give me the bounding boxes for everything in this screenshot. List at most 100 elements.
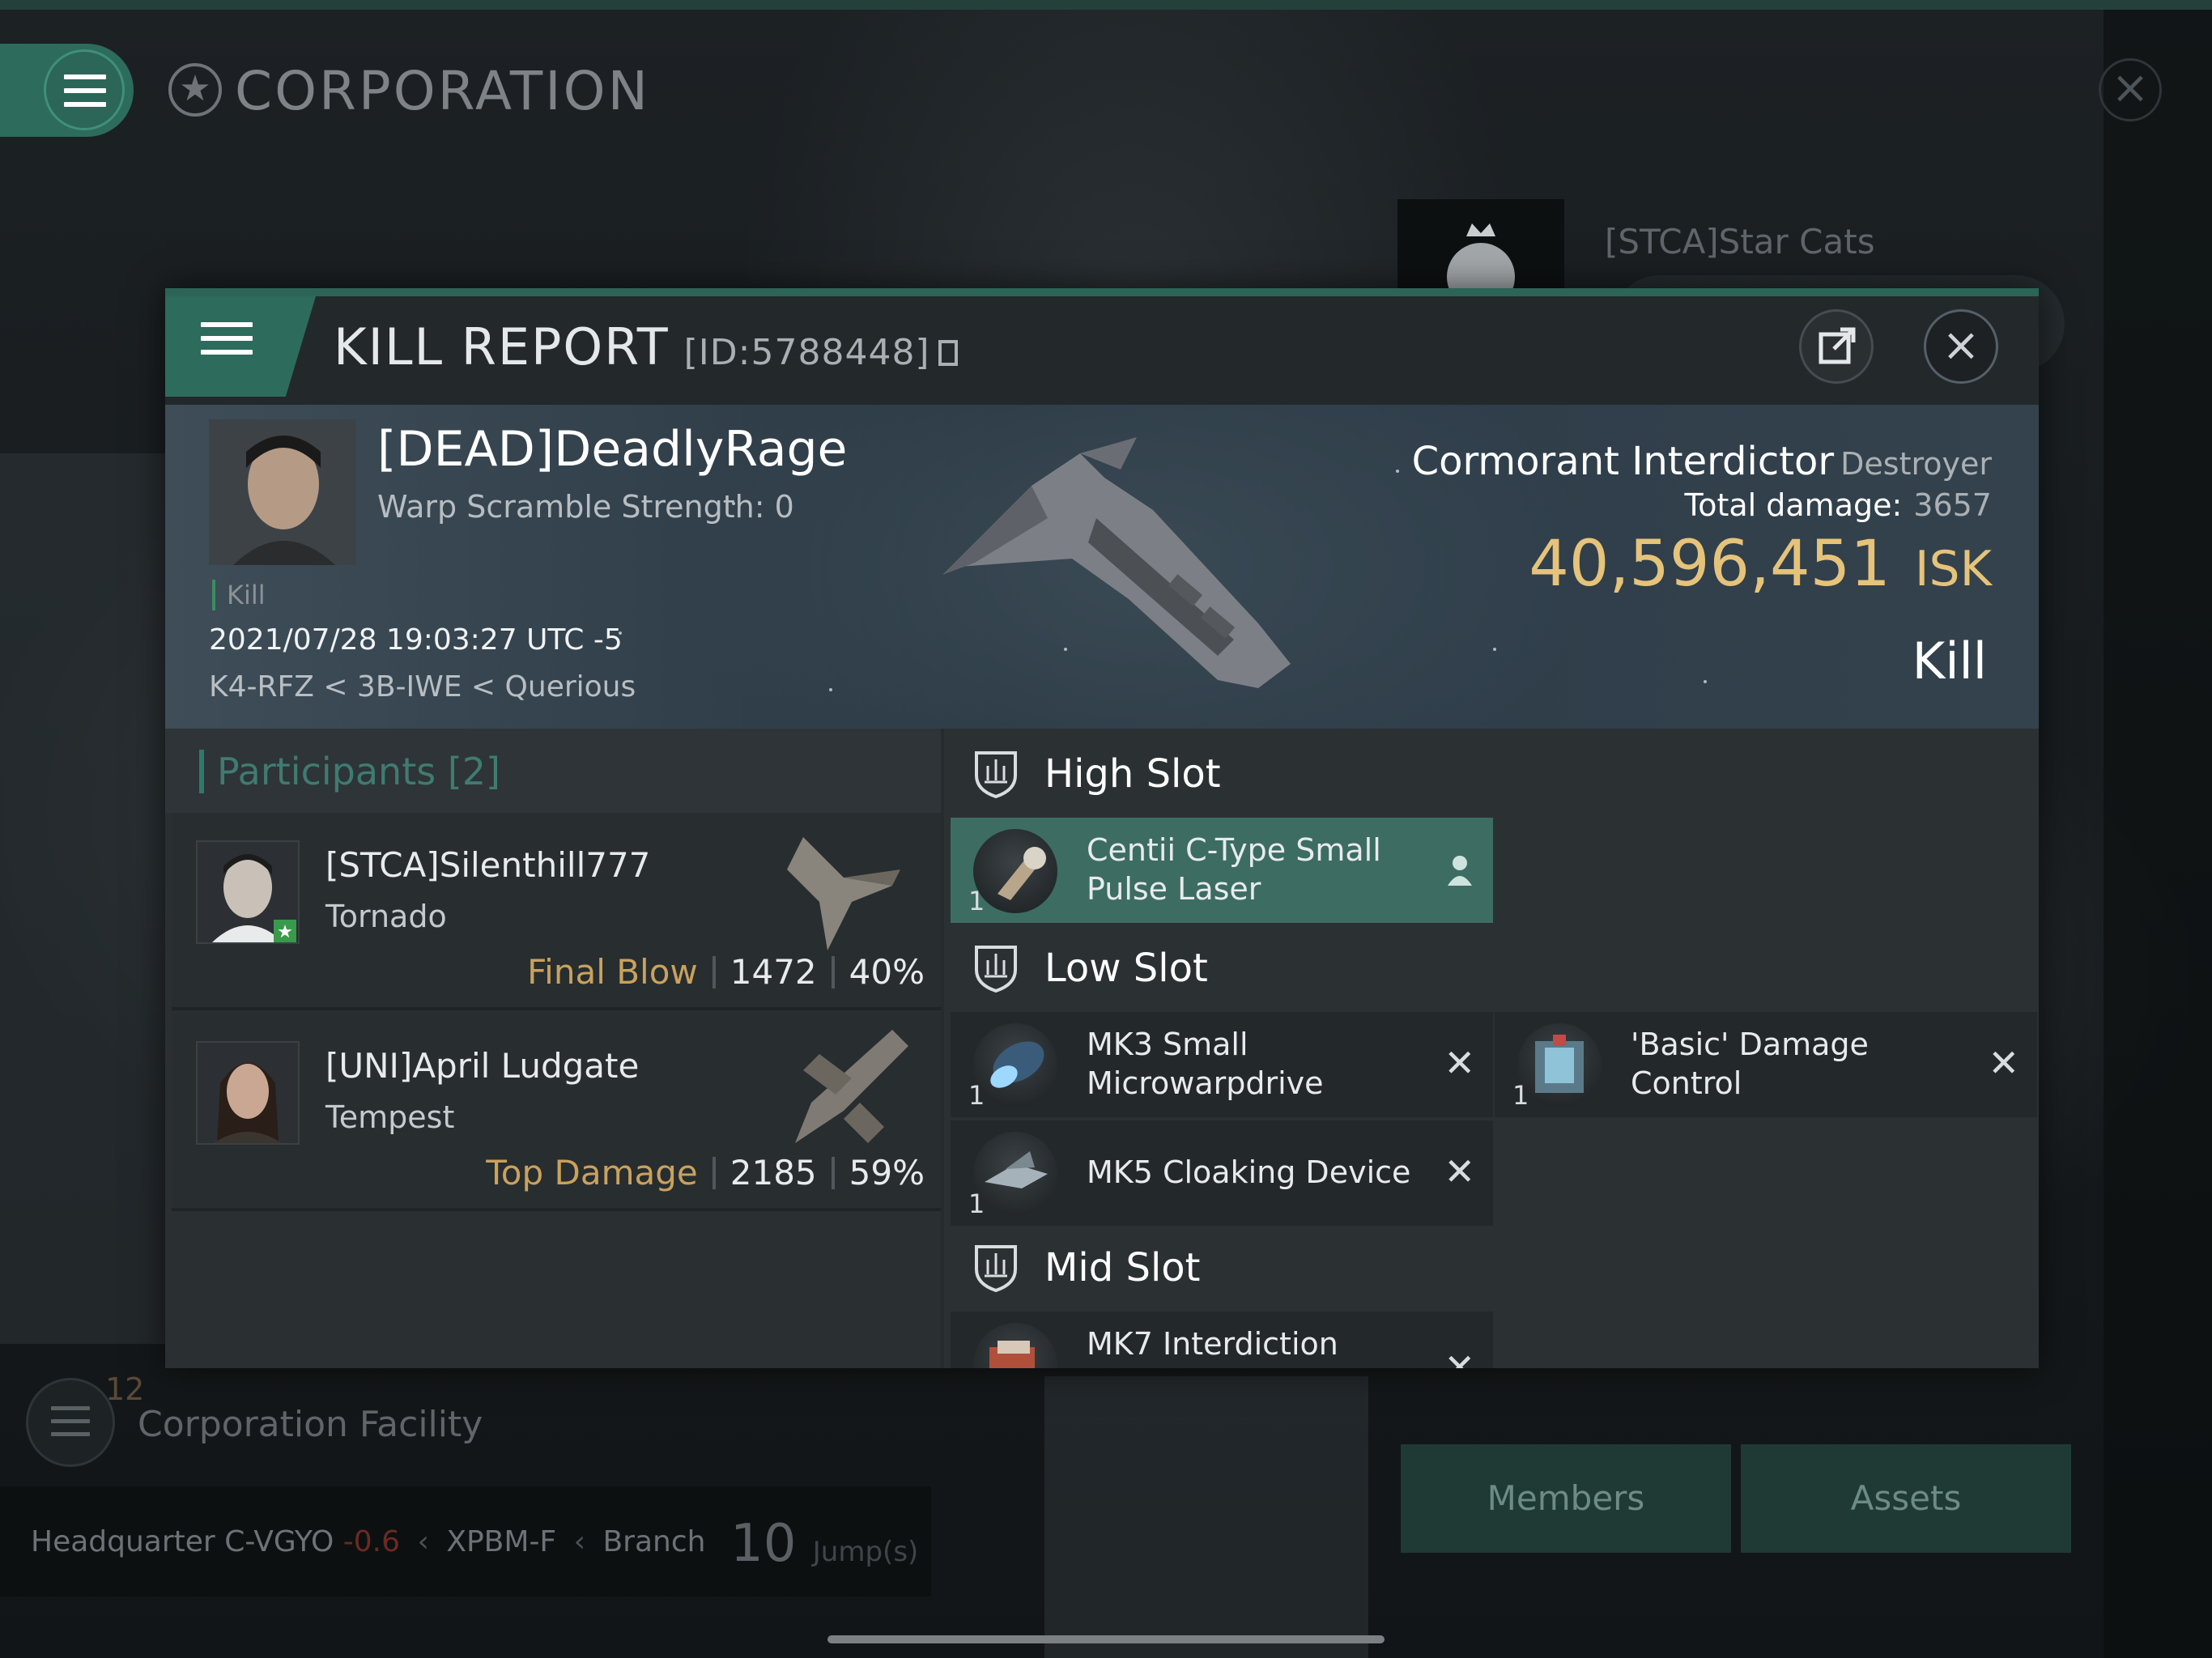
external-link-icon	[1819, 327, 1856, 364]
headquarter-route: Headquarter C-VGYO -0.6 ‹ XPBM-F ‹ Branc…	[31, 1525, 705, 1558]
window-title: KILL REPORT	[334, 317, 670, 376]
module-name: MK7 Interdiction	[1087, 1326, 1338, 1362]
interdiction-icon	[973, 1323, 1057, 1368]
corporation-star-icon: ★	[168, 63, 222, 117]
module-low-3[interactable]: 1 MK5 Cloaking Device ✕	[951, 1120, 1493, 1226]
participant-portrait: ★	[196, 840, 300, 944]
menu-icon	[201, 322, 253, 363]
participant-tag: Final Blow	[527, 952, 698, 992]
participant-damage: 1472	[730, 952, 817, 992]
victim-banner: [DEAD]DeadlyRage Warp Scramble Strength:…	[165, 405, 2039, 729]
microwarpdrive-icon	[973, 1023, 1057, 1107]
total-damage-line: Total damage: 3657	[1684, 487, 1992, 523]
facility-count: 12	[105, 1371, 145, 1407]
kill-location[interactable]: K4-RFZ < 3B-IWE < Querious	[209, 670, 636, 704]
corporation-title: CORPORATION	[235, 60, 650, 122]
fitting-panel: High Slot 1 Centii C-Type Small Pulse La…	[944, 729, 2039, 1368]
copy-icon[interactable]	[938, 340, 958, 366]
module-quantity: 1	[968, 886, 985, 916]
station-structure	[1044, 1376, 1368, 1658]
module-mid-1[interactable]: MK7 Interdiction ✕	[951, 1312, 1493, 1368]
damage-control-icon	[1517, 1023, 1602, 1107]
facility-label: Corporation Facility	[138, 1404, 483, 1445]
kill-result: Kill	[1912, 631, 1987, 691]
ship-class: Destroyer	[1840, 446, 1992, 482]
isk-value: 40,596,451	[1529, 528, 1891, 601]
cloaking-device-icon	[973, 1132, 1057, 1216]
main-menu-button[interactable]	[0, 44, 134, 137]
destroyed-x-icon: ✕	[1988, 1041, 2019, 1085]
participant-row[interactable]: [UNI]April Ludgate Tempest Top Damage 218…	[172, 1014, 941, 1211]
hq-region[interactable]: XPBM-F	[446, 1525, 556, 1558]
participant-percent: 40%	[849, 952, 925, 992]
participant-name[interactable]: [STCA]Silenthill777	[325, 845, 650, 885]
slot-shield-icon	[975, 946, 1017, 993]
isk-unit: ISK	[1914, 541, 1992, 597]
chevron-left-icon: ‹	[573, 1525, 585, 1558]
hq-branch: Branch	[602, 1525, 706, 1558]
low-slot-label: Low Slot	[1044, 946, 1208, 991]
jumps-unit: Jump(s)	[812, 1536, 919, 1568]
window-accent-bar	[165, 288, 2039, 296]
module-name: Centii C-Type Small Pulse Laser	[1087, 832, 1381, 907]
victim-portrait[interactable]	[209, 419, 356, 565]
ship-name-line: Cormorant Interdictor Destroyer	[1412, 439, 1992, 484]
participants-title: Participants [2]	[199, 750, 500, 793]
high-slot-header: High Slot	[944, 729, 2039, 818]
pulse-laser-icon	[973, 829, 1057, 913]
menu-icon	[44, 49, 125, 130]
kill-report-title: KILL REPORT [ID:5788448]	[334, 317, 958, 376]
right-edge-panel	[2104, 10, 2212, 1658]
destroyed-x-icon: ✕	[1444, 1346, 1475, 1368]
participant-percent: 59%	[849, 1153, 925, 1192]
background-close-icon[interactable]: ×	[2099, 58, 2162, 121]
slot-shield-icon	[975, 1245, 1017, 1292]
assets-button[interactable]: Assets	[1741, 1444, 2071, 1553]
ship-name[interactable]: Cormorant Interdictor	[1412, 439, 1834, 484]
participant-damage: 2185	[730, 1153, 817, 1192]
close-icon[interactable]: ×	[1924, 309, 1998, 384]
participant-ship: Tempest	[325, 1099, 455, 1135]
module-quantity: 1	[1512, 1080, 1529, 1111]
module-low-2[interactable]: 1 'Basic' Damage Control ✕	[1495, 1012, 2037, 1117]
pilot-icon	[1448, 856, 1472, 886]
high-slot-label: High Slot	[1044, 751, 1221, 797]
participants-header: Participants [2]	[165, 729, 941, 813]
destroyed-x-icon: ✕	[1444, 1150, 1475, 1193]
kill-timestamp: 2021/07/28 19:03:27 UTC -5	[209, 623, 623, 657]
home-indicator[interactable]	[827, 1635, 1385, 1643]
participant-row[interactable]: ★ [STCA]Silenthill777 Tornado Final Blow…	[172, 813, 941, 1010]
warp-scramble-strength: Warp Scramble Strength: 0	[377, 489, 794, 525]
participant-stats: Top Damage 2185 59%	[486, 1153, 925, 1192]
module-low-1[interactable]: 1 MK3 Small Microwarpdrive ✕	[951, 1012, 1493, 1117]
participant-name[interactable]: [UNI]April Ludgate	[325, 1046, 639, 1086]
top-accent-line	[0, 0, 2212, 10]
hq-label: Headquarter	[31, 1525, 215, 1558]
mid-slot-label: Mid Slot	[1044, 1245, 1201, 1290]
mid-slot-header: Mid Slot	[944, 1222, 2039, 1312]
facility-menu-icon[interactable]	[26, 1378, 115, 1467]
kill-id: [ID:5788448]	[683, 332, 930, 373]
module-name: MK5 Cloaking Device	[1087, 1154, 1411, 1190]
jumps-value: 10	[730, 1514, 797, 1574]
kill-report-window: KILL REPORT [ID:5788448] × [DEAD]DeadlyRa…	[165, 288, 2039, 1368]
participant-ship: Tornado	[325, 899, 447, 934]
corporation-logo	[1397, 199, 1564, 311]
participant-stats: Final Blow 1472 40%	[527, 952, 925, 992]
hq-system[interactable]: C-VGYO	[224, 1525, 334, 1558]
slot-shield-icon	[975, 751, 1017, 798]
svg-text:★: ★	[277, 922, 293, 942]
participants-panel: Participants [2] ★ [STCA]Silenthill777 T…	[165, 729, 941, 1368]
module-name: 'Basic' Damage Control	[1631, 1027, 1869, 1101]
victim-ship-image	[942, 437, 1291, 688]
module-high-1[interactable]: 1 Centii C-Type Small Pulse Laser	[951, 818, 1493, 923]
isk-line: 40,596,451 ISK	[1529, 528, 1992, 601]
share-button[interactable]	[1799, 309, 1874, 384]
members-button[interactable]: Members	[1401, 1444, 1731, 1553]
participant-ship-image	[787, 837, 900, 950]
jumps-count: 10 Jump(s)	[730, 1514, 918, 1574]
kill-tag: Kill	[212, 580, 266, 610]
module-quantity: 1	[968, 1188, 985, 1219]
corporation-name: [STCA]Star Cats	[1605, 222, 1875, 261]
victim-name[interactable]: [DEAD]DeadlyRage	[377, 421, 847, 478]
